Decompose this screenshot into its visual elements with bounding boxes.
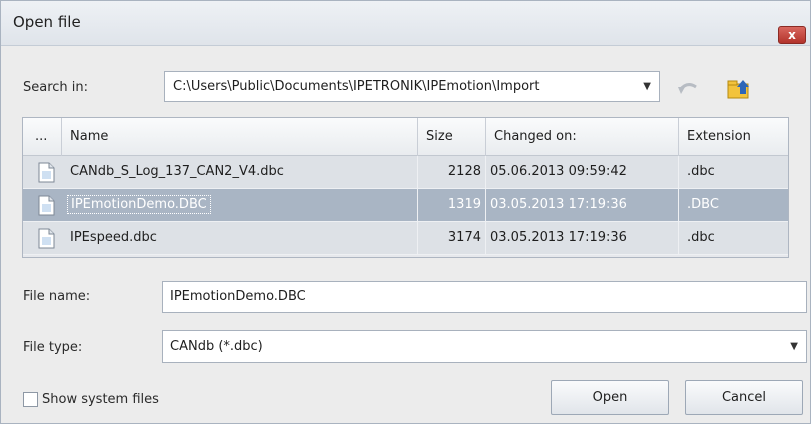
column-header-extension[interactable]: Extension xyxy=(679,118,788,156)
file-name-input[interactable]: IPEmotionDemo.DBC xyxy=(162,281,807,313)
cell-size: 3174 xyxy=(418,222,486,255)
cell-name: IPEmotionDemo.DBC xyxy=(23,189,418,222)
file-icon xyxy=(38,162,55,183)
column-header-ellipsis[interactable]: ... xyxy=(23,118,62,156)
table-row-selected[interactable]: IPEmotionDemo.DBC 1319 03.05.2013 17:19:… xyxy=(23,189,788,222)
cancel-button[interactable]: Cancel xyxy=(685,380,803,415)
file-type-value: CANdb (*.dbc) xyxy=(170,339,263,354)
show-system-files-label[interactable]: Show system files xyxy=(42,392,159,407)
column-header-changed[interactable]: Changed on: xyxy=(486,118,679,156)
search-in-label: Search in: xyxy=(23,80,89,95)
chevron-down-icon[interactable]: ▼ xyxy=(790,341,798,352)
cell-name: IPEspeed.dbc xyxy=(62,222,418,255)
cell-changed: 05.06.2013 09:59:42 xyxy=(486,156,679,189)
file-type-label: File type: xyxy=(23,340,83,355)
file-name-value: IPEmotionDemo.DBC xyxy=(170,289,306,304)
chevron-down-icon[interactable]: ▼ xyxy=(643,81,651,92)
file-icon xyxy=(38,228,55,249)
cell-size: 2128 xyxy=(418,156,486,189)
search-in-combobox[interactable]: C:\Users\Public\Documents\IPETRONIK\IPEm… xyxy=(164,71,660,102)
cell-size: 1319 xyxy=(418,189,486,222)
table-row[interactable]: CANdb_S_Log_137_CAN2_V4.dbc 2128 05.06.2… xyxy=(23,156,788,189)
file-name-label: File name: xyxy=(23,289,91,304)
back-arrow-icon[interactable] xyxy=(677,80,699,98)
open-button[interactable]: Open xyxy=(551,380,669,415)
search-in-path: C:\Users\Public\Documents\IPETRONIK\IPEm… xyxy=(173,79,540,94)
cell-name: CANdb_S_Log_137_CAN2_V4.dbc xyxy=(62,156,418,189)
column-header-name[interactable]: Name xyxy=(62,118,418,156)
cell-extension: .DBC xyxy=(687,197,719,212)
show-system-files-checkbox[interactable] xyxy=(23,392,38,407)
file-type-combobox[interactable]: CANdb (*.dbc) ▼ xyxy=(162,330,807,363)
folder-up-icon[interactable] xyxy=(726,78,752,100)
cell-changed: 03.05.2013 17:19:36 xyxy=(486,222,679,255)
cell-extension: .dbc xyxy=(687,230,715,245)
grid-header: ... Name Size Changed on: Extension xyxy=(23,118,788,156)
close-button[interactable]: x xyxy=(778,26,806,44)
file-list-grid[interactable]: ... Name Size Changed on: Extension CANd… xyxy=(22,117,789,258)
cell-changed: 03.05.2013 17:19:36 xyxy=(486,189,679,222)
table-row[interactable]: IPEspeed.dbc 3174 03.05.2013 17:19:36 .d… xyxy=(23,222,788,255)
open-file-dialog: Open file x Search in: C:\Users\Public\D… xyxy=(0,0,811,424)
column-header-size[interactable]: Size xyxy=(418,118,486,156)
cell-extension: .dbc xyxy=(687,164,715,179)
title-bar[interactable]: Open file x xyxy=(1,1,810,46)
window-title: Open file xyxy=(13,13,81,31)
